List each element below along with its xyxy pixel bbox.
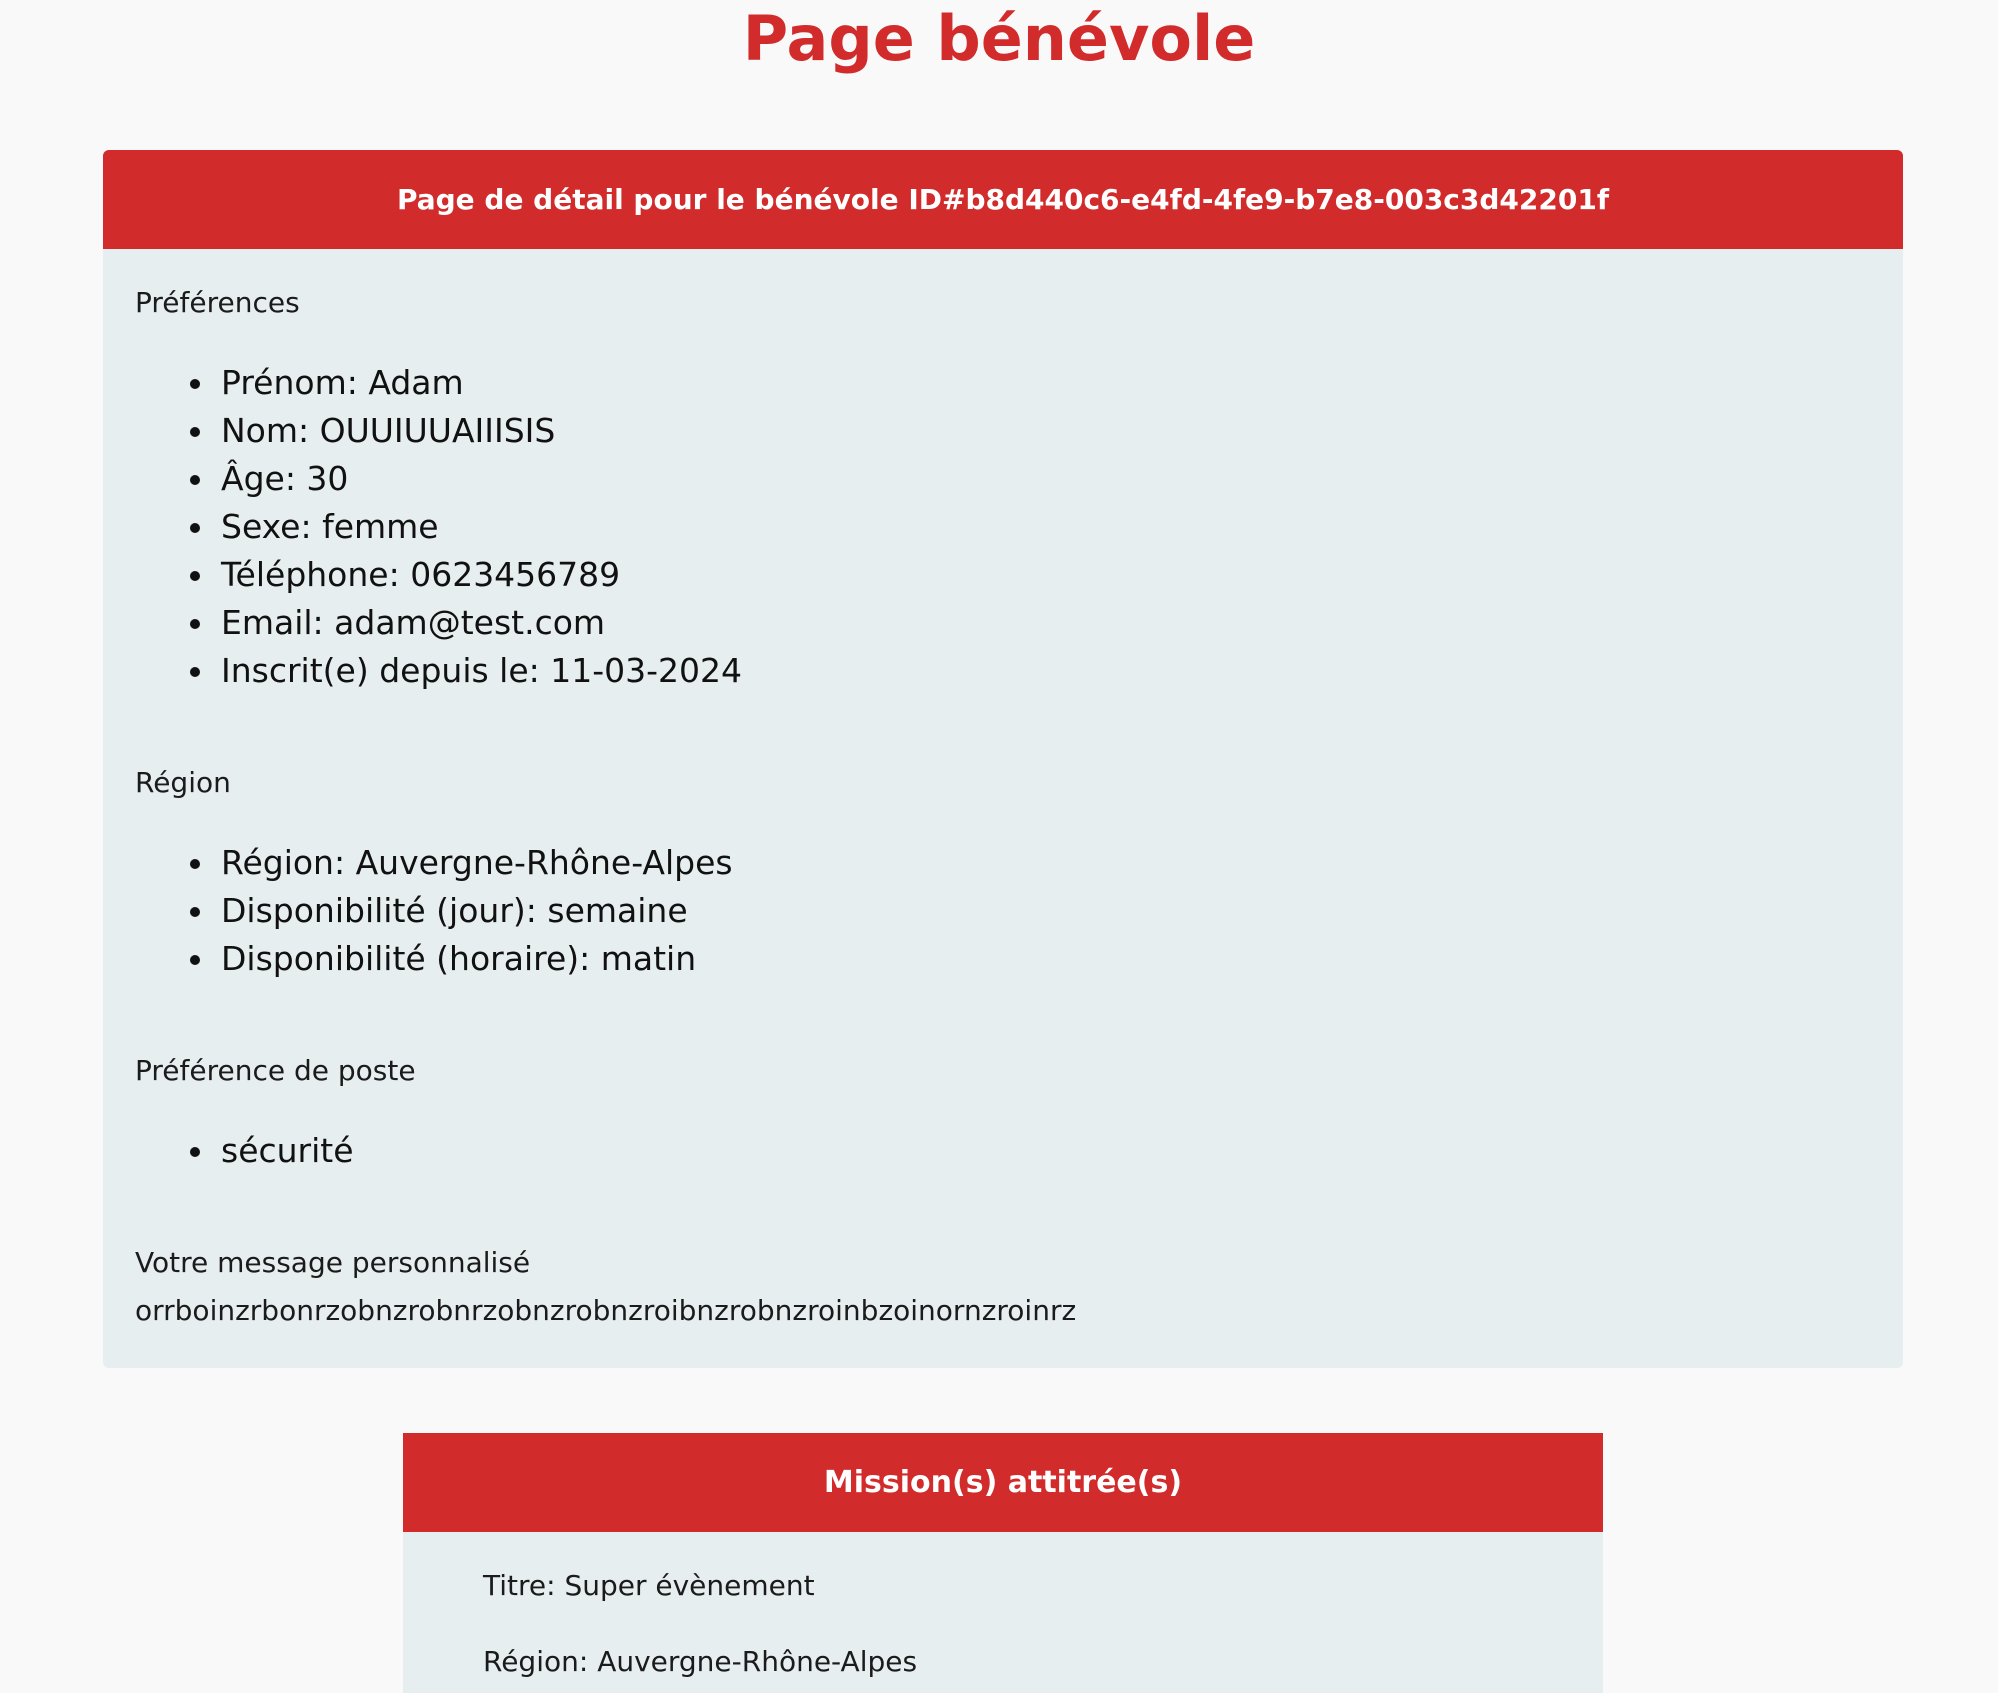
preference-item-email: Email: adam@test.com	[217, 599, 742, 647]
preference-item-sex: Sexe: femme	[217, 503, 742, 551]
region-item-availability-day: Disponibilité (jour): semaine	[217, 887, 733, 935]
assigned-missions-header: Mission(s) attitrée(s)	[403, 1433, 1603, 1532]
preference-item-phone: Téléphone: 0623456789	[217, 551, 742, 599]
message-section-label: Votre message personnalisé	[135, 1246, 531, 1279]
personal-message-text: orrboinzrbonrzobnzrobnrzobnzrobnzroibnzr…	[135, 1294, 1077, 1327]
region-list: Région: Auvergne-Rhône-Alpes Disponibili…	[141, 839, 733, 983]
region-section-label: Région	[135, 766, 231, 799]
region-item-region: Région: Auvergne-Rhône-Alpes	[217, 839, 733, 887]
preferences-list: Prénom: Adam Nom: OUUIUUAIIISIS Âge: 30 …	[141, 359, 742, 695]
post-preference-item: sécurité	[217, 1127, 354, 1175]
preference-item-first-name: Prénom: Adam	[217, 359, 742, 407]
mission-region: Région: Auvergne-Rhône-Alpes	[483, 1645, 918, 1678]
post-preference-list: sécurité	[141, 1127, 354, 1175]
preference-item-registered-since: Inscrit(e) depuis le: 11-03-2024	[217, 647, 742, 695]
preference-item-age: Âge: 30	[217, 455, 742, 503]
assigned-missions-card: Mission(s) attitrée(s) Titre: Super évèn…	[403, 1433, 1603, 1693]
preferences-section-label: Préférences	[135, 286, 300, 319]
region-item-availability-time: Disponibilité (horaire): matin	[217, 935, 733, 983]
preference-item-last-name: Nom: OUUIUUAIIISIS	[217, 407, 742, 455]
volunteer-detail-card: Page de détail pour le bénévole ID#b8d44…	[103, 150, 1903, 1368]
post-preference-section-label: Préférence de poste	[135, 1054, 416, 1087]
volunteer-detail-header: Page de détail pour le bénévole ID#b8d44…	[103, 150, 1903, 249]
page-title: Page bénévole	[742, 2, 1256, 75]
mission-title: Titre: Super évènement	[483, 1569, 815, 1602]
